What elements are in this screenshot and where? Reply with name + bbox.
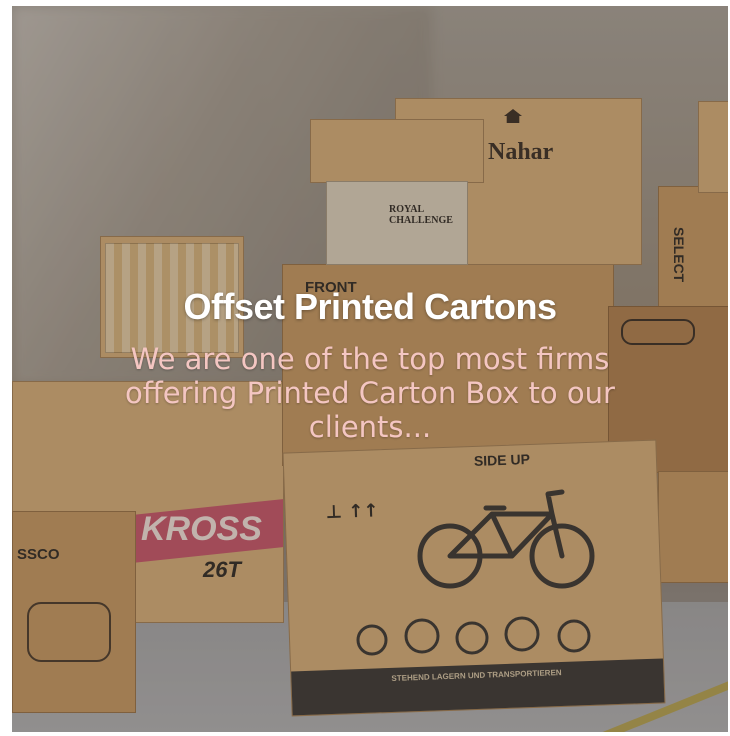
hero-banner: KROSS 26T SSCO FRONT Nahar ROYAL CHALLEN… <box>12 6 728 732</box>
hero-description: We are one of the top most firms offerin… <box>125 342 615 444</box>
hero-title: Offset Printed Cartons <box>183 286 557 327</box>
hero-caption: Offset Printed Cartons We are one of the… <box>12 286 728 444</box>
